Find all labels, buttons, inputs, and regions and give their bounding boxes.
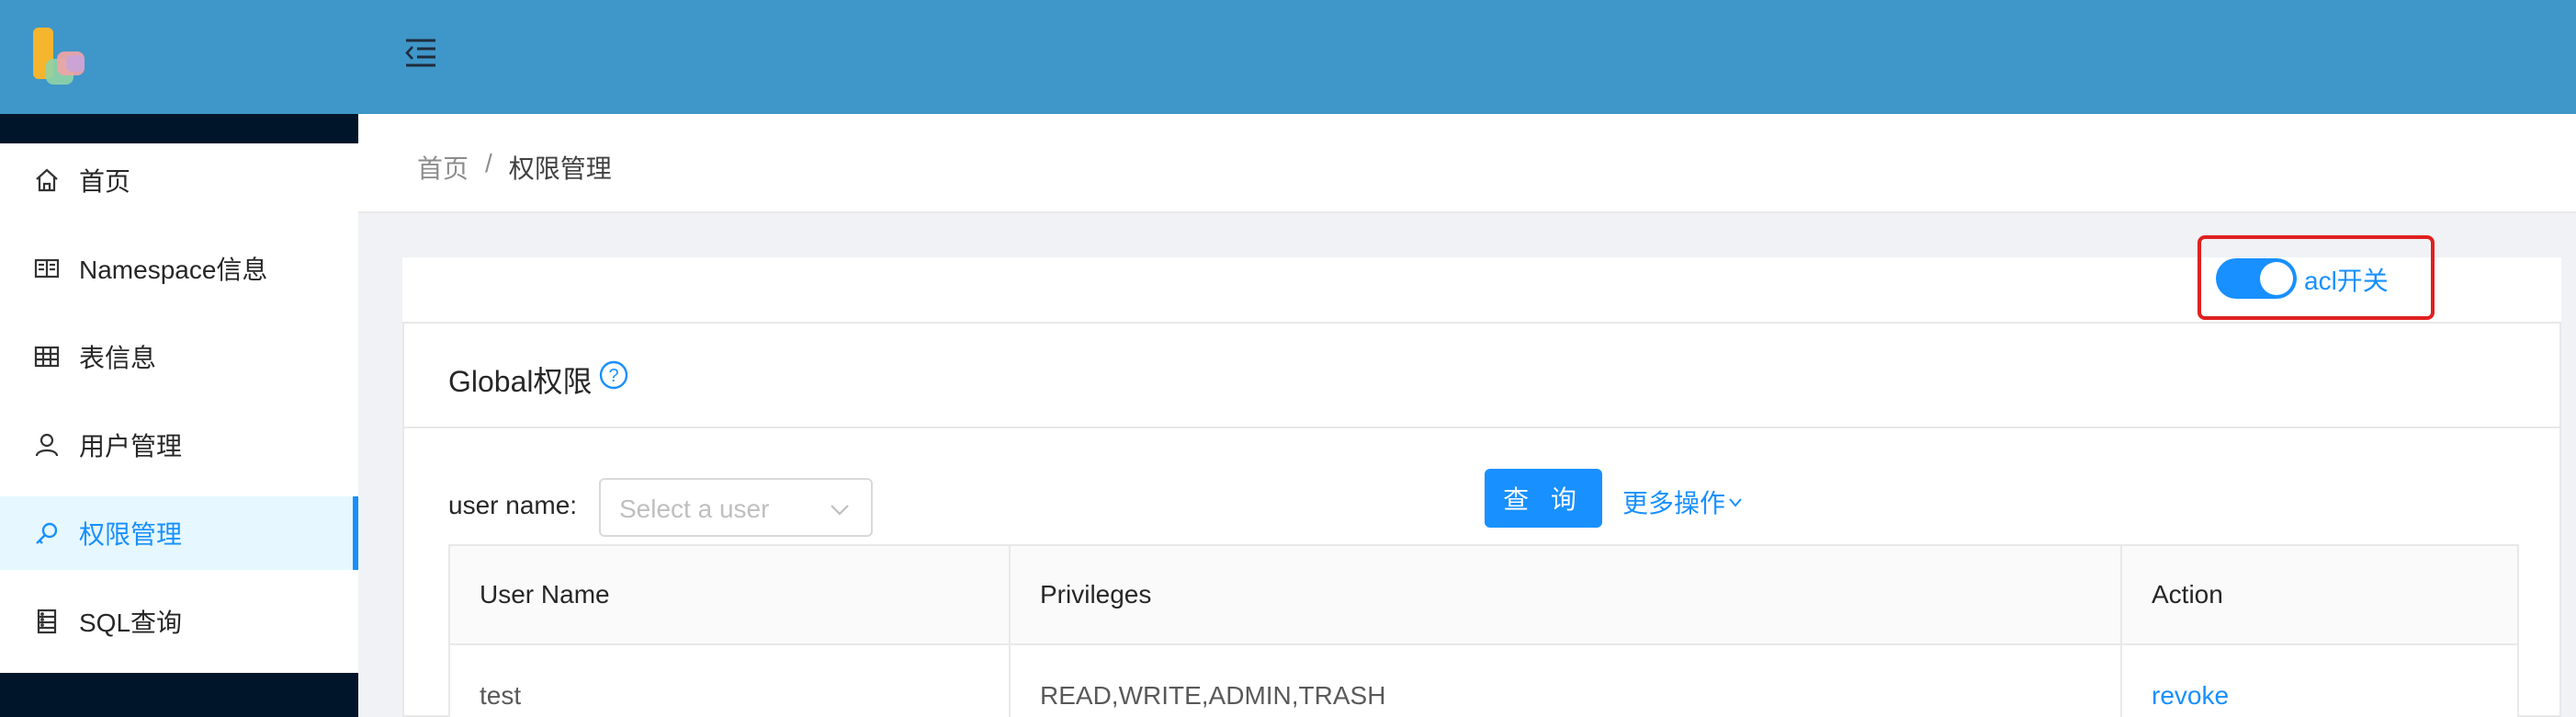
user-select[interactable]: Select a user <box>599 478 873 537</box>
user-name-filter-label: user name: <box>448 491 578 519</box>
breadcrumb-separator: / <box>485 149 492 177</box>
sidebar-item-users[interactable]: 用户管理 <box>0 408 358 482</box>
chevron-down-icon <box>830 505 849 516</box>
user-icon <box>33 431 61 459</box>
table-row: test READ,WRITE,ADMIN,TRASH revoke <box>450 645 2517 717</box>
query-button[interactable]: 查 询 <box>1485 469 1602 528</box>
sidebar-item-tables[interactable]: 表信息 <box>0 320 358 393</box>
sidebar-item-permissions[interactable]: 权限管理 <box>0 496 358 570</box>
column-header-action: Action <box>2152 580 2223 609</box>
sidebar-item-namespace[interactable]: Namespace信息 <box>0 232 358 305</box>
logo-area <box>0 0 358 114</box>
book-icon <box>33 255 61 282</box>
sidebar-menu: 首页 Namespace信息 表信息 用户管理 权限管理 SQL查询 <box>0 143 358 673</box>
sidebar-item-label: 权限管理 <box>79 520 183 549</box>
card-title: Global权限 <box>448 365 593 398</box>
cell-action: revoke <box>2122 645 2517 717</box>
sidebar-item-label: 首页 <box>79 167 131 196</box>
sidebar-item-label: SQL查询 <box>79 609 183 637</box>
svg-text:?: ? <box>608 366 618 386</box>
breadcrumb: 首页 / 权限管理 <box>417 149 612 186</box>
breadcrumb-current: 权限管理 <box>508 154 612 183</box>
database-icon <box>33 608 61 635</box>
top-header <box>358 0 2576 114</box>
card-header: Global权限 ? <box>404 324 2559 428</box>
breadcrumb-bar: 首页 / 权限管理 <box>358 114 2576 213</box>
menu-fold-icon[interactable] <box>402 35 439 72</box>
column-header-privileges: Privileges <box>1011 546 2122 643</box>
revoke-link[interactable]: revoke <box>2152 681 2229 711</box>
sidebar-item-label: 表信息 <box>79 344 157 372</box>
sidebar-item-label: 用户管理 <box>79 432 183 461</box>
highlight-box <box>2198 235 2435 320</box>
column-header-user-name: User Name <box>450 546 1011 643</box>
sidebar-item-home[interactable]: 首页 <box>0 143 358 217</box>
question-circle-icon[interactable]: ? <box>599 360 628 390</box>
key-icon <box>33 519 61 547</box>
sidebar: 首页 Namespace信息 表信息 用户管理 权限管理 SQL查询 <box>0 0 358 717</box>
sidebar-item-label: Namespace信息 <box>79 256 268 284</box>
chevron-down-icon <box>1729 498 1742 507</box>
sidebar-item-sql[interactable]: SQL查询 <box>0 585 358 658</box>
home-icon <box>33 166 61 194</box>
cell-user-name: test <box>450 645 1011 717</box>
more-actions-label: 更多操作 <box>1622 489 1726 518</box>
table-header: User Name Privileges Action <box>450 546 2517 645</box>
user-select-placeholder: Select a user <box>619 495 770 523</box>
global-permissions-card: Global权限 ? user name: Select a user 查 询 … <box>402 322 2561 717</box>
cell-privileges: READ,WRITE,ADMIN,TRASH <box>1011 645 2122 717</box>
more-actions-dropdown[interactable]: 更多操作 <box>1622 484 1744 520</box>
permissions-table: User Name Privileges Action test READ,WR… <box>448 544 2519 717</box>
table-icon <box>33 343 61 370</box>
app-logo <box>33 28 85 85</box>
breadcrumb-home-link[interactable]: 首页 <box>417 149 469 186</box>
